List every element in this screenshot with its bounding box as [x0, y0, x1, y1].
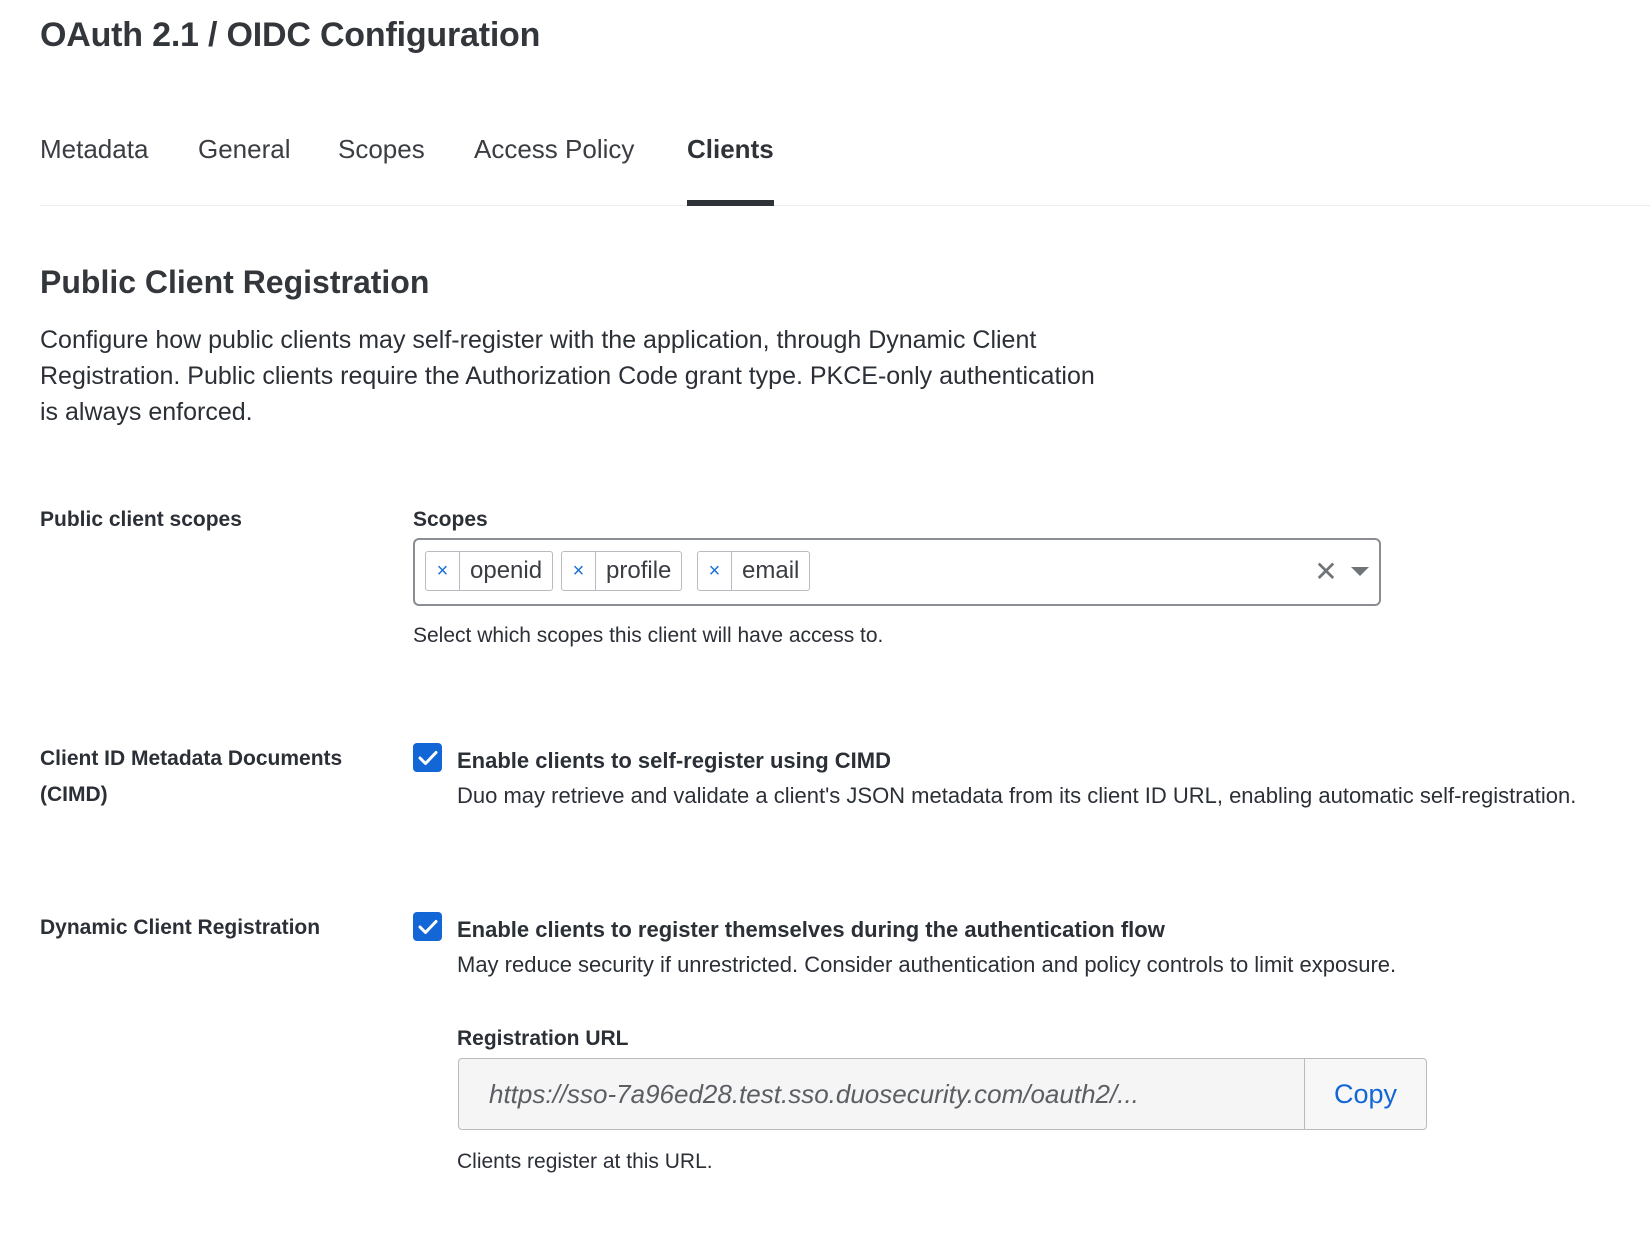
public-client-scopes-label: Public client scopes	[40, 508, 242, 531]
clear-all-icon[interactable]: ✕	[1311, 556, 1341, 587]
remove-openid-icon[interactable]: ×	[426, 552, 460, 590]
scope-chip-label: profile	[606, 557, 672, 584]
section-description: Configure how public clients may self-re…	[40, 326, 1095, 426]
scopes-multiselect[interactable]: × openid × profile × email ✕	[413, 538, 1381, 606]
scope-chip-label: openid	[470, 557, 543, 584]
copy-button[interactable]: Copy	[1304, 1058, 1427, 1130]
dcr-checkbox-label[interactable]: Enable clients to register themselves du…	[457, 917, 1165, 943]
page: OAuth 2.1 / OIDC Configuration Metadata …	[0, 0, 1650, 1248]
registration-url-label: Registration URL	[457, 1027, 629, 1050]
page-title: OAuth 2.1 / OIDC Configuration	[40, 16, 541, 54]
registration-url-input[interactable]	[458, 1058, 1304, 1130]
scope-chip-email: × email	[697, 551, 811, 591]
scope-chip-profile: × profile	[561, 551, 683, 591]
section-title: Public Client Registration	[40, 264, 430, 300]
dcr-checkbox[interactable]	[413, 912, 442, 941]
cimd-label: Client ID Metadata Documents (CIMD)	[40, 747, 343, 806]
checkmark-icon	[418, 919, 437, 934]
cimd-description: Duo may retrieve and validate a client's…	[457, 783, 1577, 808]
dcr-description: May reduce security if unrestricted. Con…	[457, 952, 1397, 977]
scopes-help-text: Select which scopes this client will hav…	[413, 624, 884, 647]
registration-url-help: Clients register at this URL.	[457, 1150, 713, 1173]
tab-clients[interactable]: Clients	[687, 134, 774, 206]
cimd-checkbox-label[interactable]: Enable clients to self-register using CI…	[457, 748, 891, 774]
checkmark-icon	[418, 750, 437, 765]
tab-access-policy[interactable]: Access Policy	[474, 134, 634, 206]
tab-metadata[interactable]: Metadata	[40, 134, 148, 206]
scope-chip-openid: × openid	[425, 551, 554, 591]
tab-bar: Metadata General Scopes Access Policy Cl…	[40, 128, 1650, 206]
remove-email-icon[interactable]: ×	[698, 552, 732, 590]
scope-chip-label: email	[742, 557, 800, 584]
chevron-down-icon[interactable]	[1345, 554, 1375, 588]
dcr-label: Dynamic Client Registration	[40, 916, 321, 939]
scopes-field-label: Scopes	[413, 508, 488, 531]
registration-url-group: Copy	[458, 1058, 1427, 1130]
tab-scopes[interactable]: Scopes	[338, 134, 425, 206]
remove-profile-icon[interactable]: ×	[562, 552, 596, 590]
tab-general[interactable]: General	[198, 134, 291, 206]
cimd-checkbox[interactable]	[413, 743, 442, 772]
